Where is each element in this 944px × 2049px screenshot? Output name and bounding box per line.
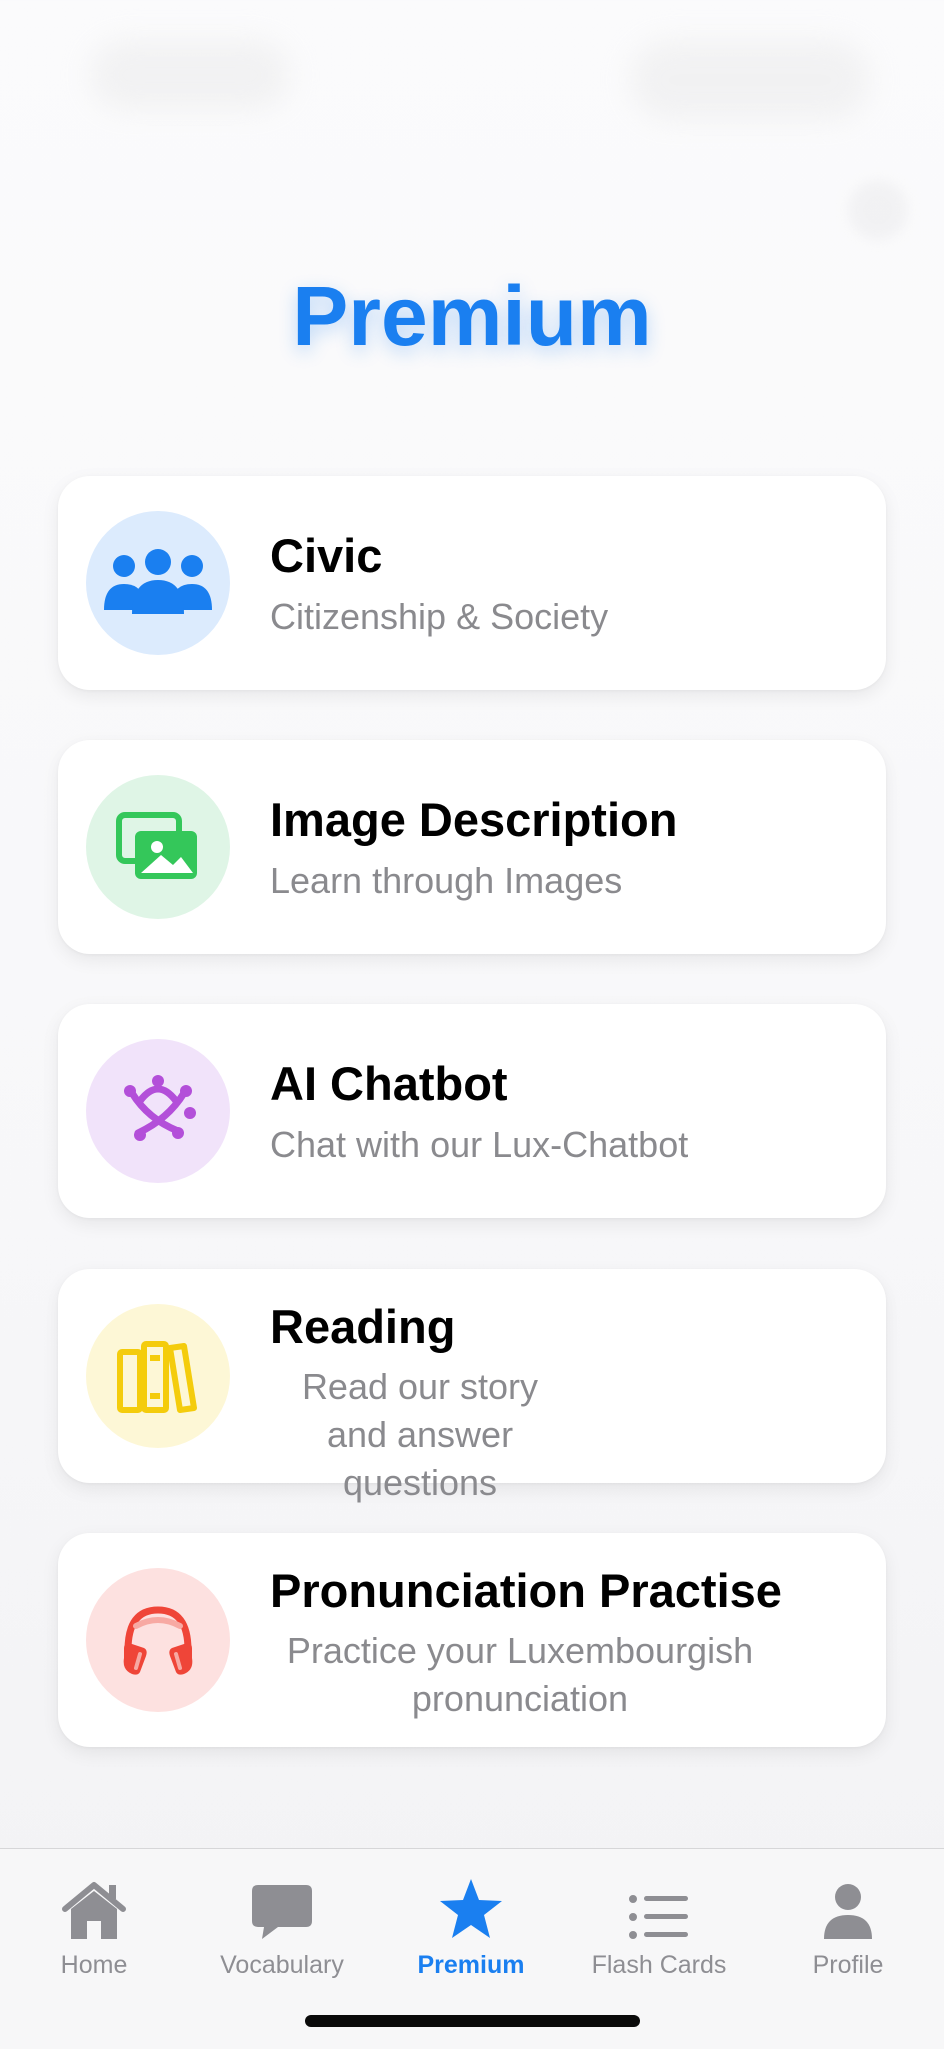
card-title: Pronunciation Practise — [270, 1564, 782, 1617]
card-title: Image Description — [270, 793, 678, 846]
house-icon — [62, 1882, 126, 1939]
home-indicator — [305, 2015, 640, 2027]
page-title: Premium — [292, 269, 652, 363]
tab-label: Premium — [417, 1951, 525, 1979]
tab-label: Profile — [812, 1951, 884, 1979]
card-subtitle: Chat with our Lux-Chatbot — [270, 1124, 689, 1165]
card-title: Reading — [270, 1300, 456, 1353]
card-civic[interactable]: Civic Citizenship & Society — [58, 476, 886, 690]
icon-circle — [86, 1568, 230, 1712]
icon-circle — [86, 1039, 230, 1183]
card-subtitle: Read our story and answer questions — [301, 1366, 539, 1503]
tab-label: Vocabulary — [220, 1951, 344, 1979]
blurred-close-button — [848, 180, 908, 240]
photos-icon — [116, 812, 197, 879]
tab-flash-cards[interactable]: Flash Cards — [574, 1863, 744, 1980]
card-subtitle: Practice your Luxembourgish pronunciatio… — [286, 1630, 754, 1719]
card-pronunciation-practise[interactable]: Pronunciation Practise Practice your Lux… — [58, 1533, 886, 1747]
blurred-status-area-left — [90, 40, 290, 110]
tab-home[interactable]: Home — [9, 1863, 179, 1980]
icon-circle — [86, 1304, 230, 1448]
card-subtitle: Learn through Images — [270, 860, 623, 901]
icon-circle — [86, 511, 230, 655]
tab-premium[interactable]: Premium — [386, 1863, 556, 1980]
tab-profile[interactable]: Profile — [763, 1863, 933, 1980]
people-group-icon — [104, 549, 212, 614]
tab-label: Flash Cards — [591, 1951, 727, 1979]
icon-circle — [86, 775, 230, 919]
headphones-icon — [123, 1606, 193, 1675]
card-image-description[interactable]: Image Description Learn through Images — [58, 740, 886, 954]
card-ai-chatbot[interactable]: AI Chatbot Chat with our Lux-Chatbot — [58, 1004, 886, 1218]
person-icon — [824, 1884, 872, 1939]
tab-vocabulary[interactable]: Vocabulary — [197, 1863, 367, 1980]
blurred-status-area-right — [630, 40, 870, 120]
card-subtitle: Citizenship & Society — [270, 596, 609, 637]
card-title: AI Chatbot — [270, 1057, 508, 1110]
card-title: Civic — [270, 529, 383, 582]
list-icon — [629, 1895, 688, 1939]
star-icon — [440, 1879, 502, 1938]
ai-chatbot-icon — [124, 1075, 196, 1141]
tab-label: Home — [60, 1951, 128, 1979]
books-icon — [117, 1341, 197, 1413]
card-reading[interactable]: Reading Read our story and answer questi… — [58, 1269, 886, 1503]
speech-bubble-icon — [252, 1885, 312, 1939]
